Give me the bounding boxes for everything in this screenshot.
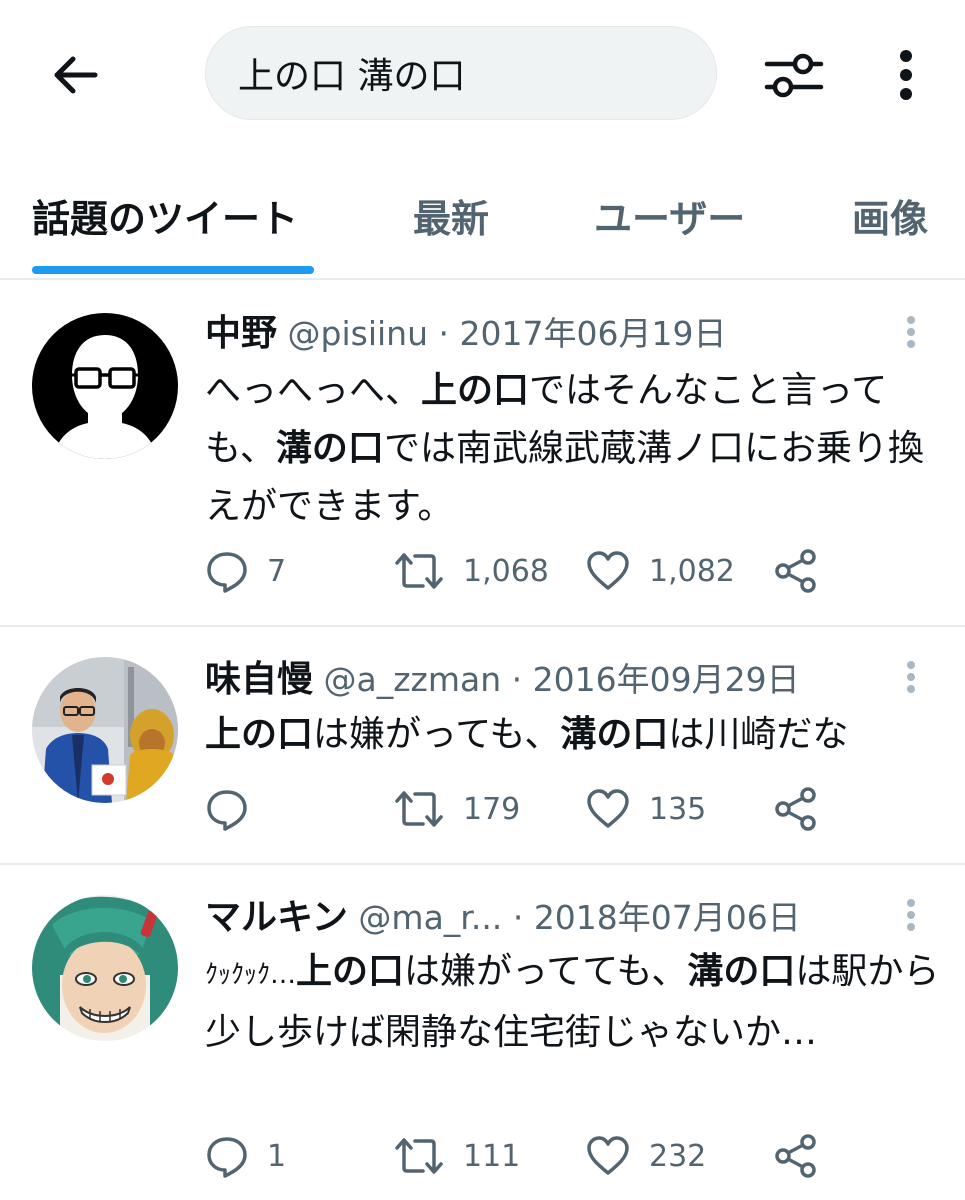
heart-icon bbox=[585, 1134, 631, 1178]
tweet-date[interactable]: 2017年06月19日 bbox=[460, 314, 727, 353]
reply-count: 1 bbox=[267, 1138, 287, 1174]
display-name[interactable]: 中野 bbox=[205, 313, 277, 354]
reply-count: 7 bbox=[267, 553, 287, 589]
display-name[interactable]: マルキン bbox=[205, 897, 348, 938]
like-count: 1,082 bbox=[649, 553, 735, 589]
tweet-header: 中野 @pisiinu · 2017年06月19日 bbox=[205, 314, 726, 354]
active-tab-indicator bbox=[32, 266, 314, 274]
tweet-text: へっへっへ、上の口ではそんなこと言っても、溝の口では南武線武蔵溝ノ口にお乗り換え… bbox=[205, 362, 945, 536]
tweet-text-segment: は川崎だな bbox=[668, 714, 849, 755]
tweet-actions: 7 1,068 1,082 bbox=[205, 546, 905, 596]
heart-icon bbox=[585, 549, 631, 593]
like-count: 135 bbox=[649, 791, 707, 827]
tab-latest[interactable]: 最新 bbox=[413, 188, 489, 243]
tweet-date[interactable]: 2016年09月29日 bbox=[533, 660, 800, 699]
vertical-ellipsis-icon bbox=[906, 898, 916, 932]
like-count: 232 bbox=[649, 1138, 707, 1174]
highlighted-term: 上の口 bbox=[296, 951, 405, 992]
highlighted-term: 溝の口 bbox=[275, 428, 384, 469]
separator-dot: · bbox=[438, 314, 450, 353]
vertical-ellipsis-icon bbox=[906, 660, 916, 694]
retweet-button[interactable]: 179 bbox=[393, 784, 520, 834]
retweet-count: 179 bbox=[463, 791, 521, 827]
retweet-button[interactable]: 111 bbox=[393, 1131, 520, 1181]
tweet-menu-button[interactable] bbox=[896, 657, 926, 697]
highlighted-term: 溝の口 bbox=[560, 714, 669, 755]
tab-users[interactable]: ユーザー bbox=[594, 188, 745, 243]
avatar[interactable] bbox=[32, 657, 178, 803]
vertical-ellipsis-icon bbox=[906, 315, 916, 349]
heart-icon bbox=[585, 787, 631, 831]
tweet-text-segment: ｸｯｸｯｸ… bbox=[205, 960, 297, 990]
tweet-header: 味自慢 @a_zzman · 2016年09月29日 bbox=[205, 660, 800, 700]
tweet-card[interactable]: 中野 @pisiinu · 2017年06月19日 へっへっへ、上の口ではそんな… bbox=[0, 280, 965, 625]
share-icon bbox=[773, 1133, 819, 1179]
share-button[interactable] bbox=[773, 1131, 819, 1181]
highlighted-term: 上の口 bbox=[421, 370, 530, 411]
display-name[interactable]: 味自慢 bbox=[205, 659, 313, 700]
tab-top-tweets[interactable]: 話題のツイート bbox=[32, 188, 298, 243]
more-options-button[interactable] bbox=[880, 44, 932, 106]
search-tabs: 話題のツイート 最新 ユーザー 画像 bbox=[0, 160, 965, 280]
retweet-button[interactable]: 1,068 bbox=[393, 546, 549, 596]
share-icon bbox=[773, 786, 819, 832]
user-handle[interactable]: @a_zzman bbox=[324, 660, 502, 699]
like-button[interactable]: 135 bbox=[585, 784, 706, 834]
share-button[interactable] bbox=[773, 784, 819, 834]
tweet-menu-button[interactable] bbox=[896, 312, 926, 352]
tweet-text: ｸｯｸｯｸ…上の口は嫌がってても、溝の口は駅から少し歩けば閑静な住宅街じゃないか… bbox=[205, 943, 945, 1062]
tweet-menu-button[interactable] bbox=[896, 895, 926, 935]
reply-button[interactable]: 7 bbox=[205, 546, 286, 596]
highlighted-term: 上の口 bbox=[205, 714, 314, 755]
retweet-icon bbox=[393, 1134, 445, 1178]
user-handle[interactable]: @pisiinu bbox=[288, 314, 428, 353]
tweet-text-segment: へっへっへ、 bbox=[205, 370, 422, 411]
retweet-count: 1,068 bbox=[463, 553, 549, 589]
reply-button[interactable]: 1 bbox=[205, 1131, 286, 1181]
retweet-count: 111 bbox=[463, 1138, 521, 1174]
reply-button[interactable] bbox=[205, 784, 267, 834]
tweet-text-segment: は嫌がってても、 bbox=[404, 951, 688, 992]
search-input[interactable]: 上の口 溝の口 bbox=[205, 26, 717, 120]
separator-dot: · bbox=[512, 898, 524, 937]
like-button[interactable]: 232 bbox=[585, 1131, 706, 1181]
search-filter-button[interactable] bbox=[758, 44, 830, 106]
tweet-actions: 1 111 232 bbox=[205, 1131, 905, 1181]
tweet-actions: 179 135 bbox=[205, 784, 905, 834]
tweet-text: 上の口は嫌がっても、溝の口は川崎だな bbox=[205, 706, 945, 764]
tweet-date[interactable]: 2018年07月06日 bbox=[534, 898, 801, 937]
share-icon bbox=[773, 548, 819, 594]
avatar[interactable] bbox=[32, 313, 178, 459]
sliders-icon bbox=[763, 49, 825, 101]
tweet-card[interactable]: マルキン @ma_r... · 2018年07月06日 ｸｯｸｯｸ…上の口は嫌が… bbox=[0, 865, 965, 1200]
tweet-card[interactable]: 味自慢 @a_zzman · 2016年09月29日 上の口は嫌がっても、溝の口… bbox=[0, 627, 965, 863]
retweet-icon bbox=[393, 787, 445, 831]
user-handle[interactable]: @ma_r... bbox=[358, 898, 502, 937]
speech-bubble-icon bbox=[205, 787, 249, 831]
speech-bubble-icon bbox=[205, 1134, 249, 1178]
tweet-header: マルキン @ma_r... · 2018年07月06日 bbox=[205, 898, 801, 938]
like-button[interactable]: 1,082 bbox=[585, 546, 735, 596]
top-bar: 上の口 溝の口 bbox=[0, 0, 965, 150]
retweet-icon bbox=[393, 549, 445, 593]
vertical-ellipsis-icon bbox=[898, 49, 914, 101]
avatar[interactable] bbox=[32, 895, 178, 1041]
share-button[interactable] bbox=[773, 546, 819, 596]
search-query-text: 上の口 溝の口 bbox=[238, 56, 466, 97]
tweet-text-segment: は嫌がっても、 bbox=[313, 714, 561, 755]
back-button[interactable] bbox=[46, 46, 104, 104]
tab-images[interactable]: 画像 bbox=[852, 188, 928, 243]
speech-bubble-icon bbox=[205, 549, 249, 593]
highlighted-term: 溝の口 bbox=[687, 951, 796, 992]
arrow-left-icon bbox=[51, 55, 99, 95]
separator-dot: · bbox=[511, 660, 523, 699]
